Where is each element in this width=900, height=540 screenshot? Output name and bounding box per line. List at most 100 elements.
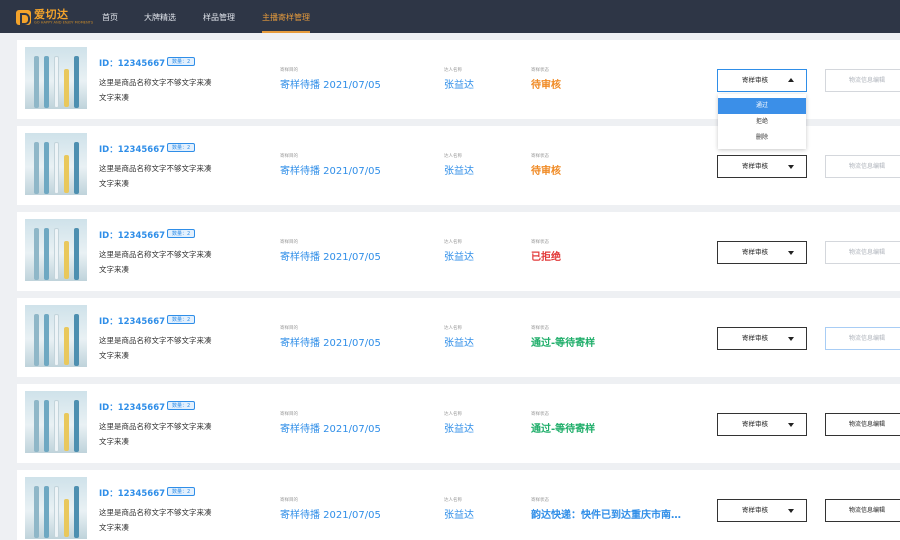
product-thumbnail [25,305,87,367]
influencer-label: 达人名称 [444,498,462,503]
review-dropdown-button[interactable]: 寄样审核 [717,241,807,264]
product-thumbnail [25,47,87,109]
product-name: 这里是商品名称文字不够文字来凑文字来凑 [99,508,212,532]
status-label: 寄样状态 [531,68,549,73]
quantity-badge: 数量：2 [167,143,196,152]
sample-row: ID：12345667 数量：2 这里是商品名称文字不够文字来凑文字来凑 寄样目… [17,470,900,540]
purpose-value: 寄样待播 2021/07/05 [280,80,381,91]
purpose-label: 寄样目的 [280,326,298,331]
top-nav: 爱切达 GO HAPPY AND ENJOY MOMENTS 首页 大牌精选 样… [0,0,900,33]
influencer-label: 达人名称 [444,68,462,73]
purpose-label: 寄样目的 [280,154,298,159]
product-name: 这里是商品名称文字不够文字来凑文字来凑 [99,336,212,360]
review-dropdown-button[interactable]: 寄样审核 [717,413,807,436]
influencer-label: 达人名称 [444,154,462,159]
status-value: 已拒绝 [531,252,561,263]
product-thumbnail [25,391,87,453]
product-id: ID：12345667 [99,145,166,155]
purpose-label: 寄样目的 [280,240,298,245]
review-dropdown-button[interactable]: 寄样审核 [717,69,807,92]
status-label: 寄样状态 [531,326,549,331]
influencer-label: 达人名称 [444,326,462,331]
product-id: ID：12345667 [99,59,166,69]
brand-name: 爱切达 [34,8,69,21]
influencer-value: 张益达 [444,510,474,521]
nav-item-home[interactable]: 首页 [102,0,118,33]
quantity-badge: 数量：2 [167,401,196,410]
caret-down-icon [788,165,794,169]
influencer-label: 达人名称 [444,240,462,245]
review-dropdown-button[interactable]: 寄样审核 [717,499,807,522]
status-value: 通过-等待寄样 [531,338,596,349]
caret-down-icon [788,509,794,513]
purpose-value: 寄样待播 2021/07/05 [280,166,381,177]
nav-item-samples[interactable]: 样品管理 [203,0,235,33]
product-thumbnail [25,133,87,195]
sample-row: ID：12345667 数量：2 这里是商品名称文字不够文字来凑文字来凑 寄样目… [17,298,900,377]
influencer-value: 张益达 [444,424,474,435]
product-id: ID：12345667 [99,317,166,327]
status-value: 待审核 [531,80,561,91]
product-id: ID：12345667 [99,403,166,413]
nav-item-streamer-samples[interactable]: 主播寄样管理 [262,0,310,33]
status-label: 寄样状态 [531,498,549,503]
logistics-edit-button[interactable]: 物流信息编辑 [825,327,900,350]
purpose-label: 寄样目的 [280,412,298,417]
logistics-edit-button[interactable]: 物流信息编辑 [825,241,900,264]
nav-item-brands[interactable]: 大牌精选 [144,0,176,33]
purpose-value: 寄样待播 2021/07/05 [280,424,381,435]
influencer-value: 张益达 [444,252,474,263]
quantity-badge: 数量：2 [167,229,196,238]
product-name: 这里是商品名称文字不够文字来凑文字来凑 [99,164,212,188]
brand-logo[interactable]: 爱切达 GO HAPPY AND ENJOY MOMENTS [16,9,100,25]
status-label: 寄样状态 [531,412,549,417]
review-button-label: 寄样审核 [742,334,768,342]
nav-active-indicator [262,31,310,33]
dropdown-item-delete[interactable]: 删除 [718,130,806,146]
purpose-label: 寄样目的 [280,68,298,73]
product-name: 这里是商品名称文字不够文字来凑文字来凑 [99,250,212,274]
logistics-edit-button[interactable]: 物流信息编辑 [825,155,900,178]
status-label: 寄样状态 [531,154,549,159]
purpose-value: 寄样待播 2021/07/05 [280,252,381,263]
quantity-badge: 数量：2 [167,487,196,496]
review-button-label: 寄样审核 [742,506,768,514]
review-dropdown-button[interactable]: 寄样审核 [717,327,807,350]
purpose-value: 寄样待播 2021/07/05 [280,338,381,349]
quantity-badge: 数量：2 [167,315,196,324]
product-id: ID：12345667 [99,231,166,241]
status-value[interactable]: 韵达快递：快件已到达重庆市南… [531,506,681,521]
sample-row: ID：12345667 数量：2 这里是商品名称文字不够文字来凑文字来凑 寄样目… [17,212,900,291]
purpose-value: 寄样待播 2021/07/05 [280,510,381,521]
review-button-label: 寄样审核 [742,420,768,428]
product-id: ID：12345667 [99,489,166,499]
review-dropdown-menu: 通过 拒绝 删除 [718,94,806,149]
logo-text: 爱切达 GO HAPPY AND ENJOY MOMENTS [34,9,100,25]
caret-up-icon [788,78,794,82]
caret-down-icon [788,251,794,255]
review-dropdown-button[interactable]: 寄样审核 [717,155,807,178]
product-thumbnail [25,477,87,539]
purpose-label: 寄样目的 [280,498,298,503]
status-value: 待审核 [531,166,561,177]
quantity-badge: 数量：2 [167,57,196,66]
caret-down-icon [788,423,794,427]
logistics-edit-button[interactable]: 物流信息编辑 [825,413,900,436]
review-button-label: 寄样审核 [742,162,768,170]
logistics-edit-button[interactable]: 物流信息编辑 [825,499,900,522]
caret-down-icon [788,337,794,341]
sample-row: ID：12345667 数量：2 这里是商品名称文字不够文字来凑文字来凑 寄样目… [17,384,900,463]
dropdown-item-approve[interactable]: 通过 [718,98,806,114]
status-value: 通过-等待寄样 [531,424,596,435]
brand-tagline: GO HAPPY AND ENJOY MOMENTS [34,20,94,25]
dropdown-item-reject[interactable]: 拒绝 [718,114,806,130]
status-label: 寄样状态 [531,240,549,245]
influencer-value: 张益达 [444,80,474,91]
influencer-value: 张益达 [444,338,474,349]
review-button-label: 寄样审核 [742,248,768,256]
logistics-edit-button[interactable]: 物流信息编辑 [825,69,900,92]
product-name: 这里是商品名称文字不够文字来凑文字来凑 [99,422,212,446]
influencer-value: 张益达 [444,166,474,177]
product-name: 这里是商品名称文字不够文字来凑文字来凑 [99,78,212,102]
product-thumbnail [25,219,87,281]
